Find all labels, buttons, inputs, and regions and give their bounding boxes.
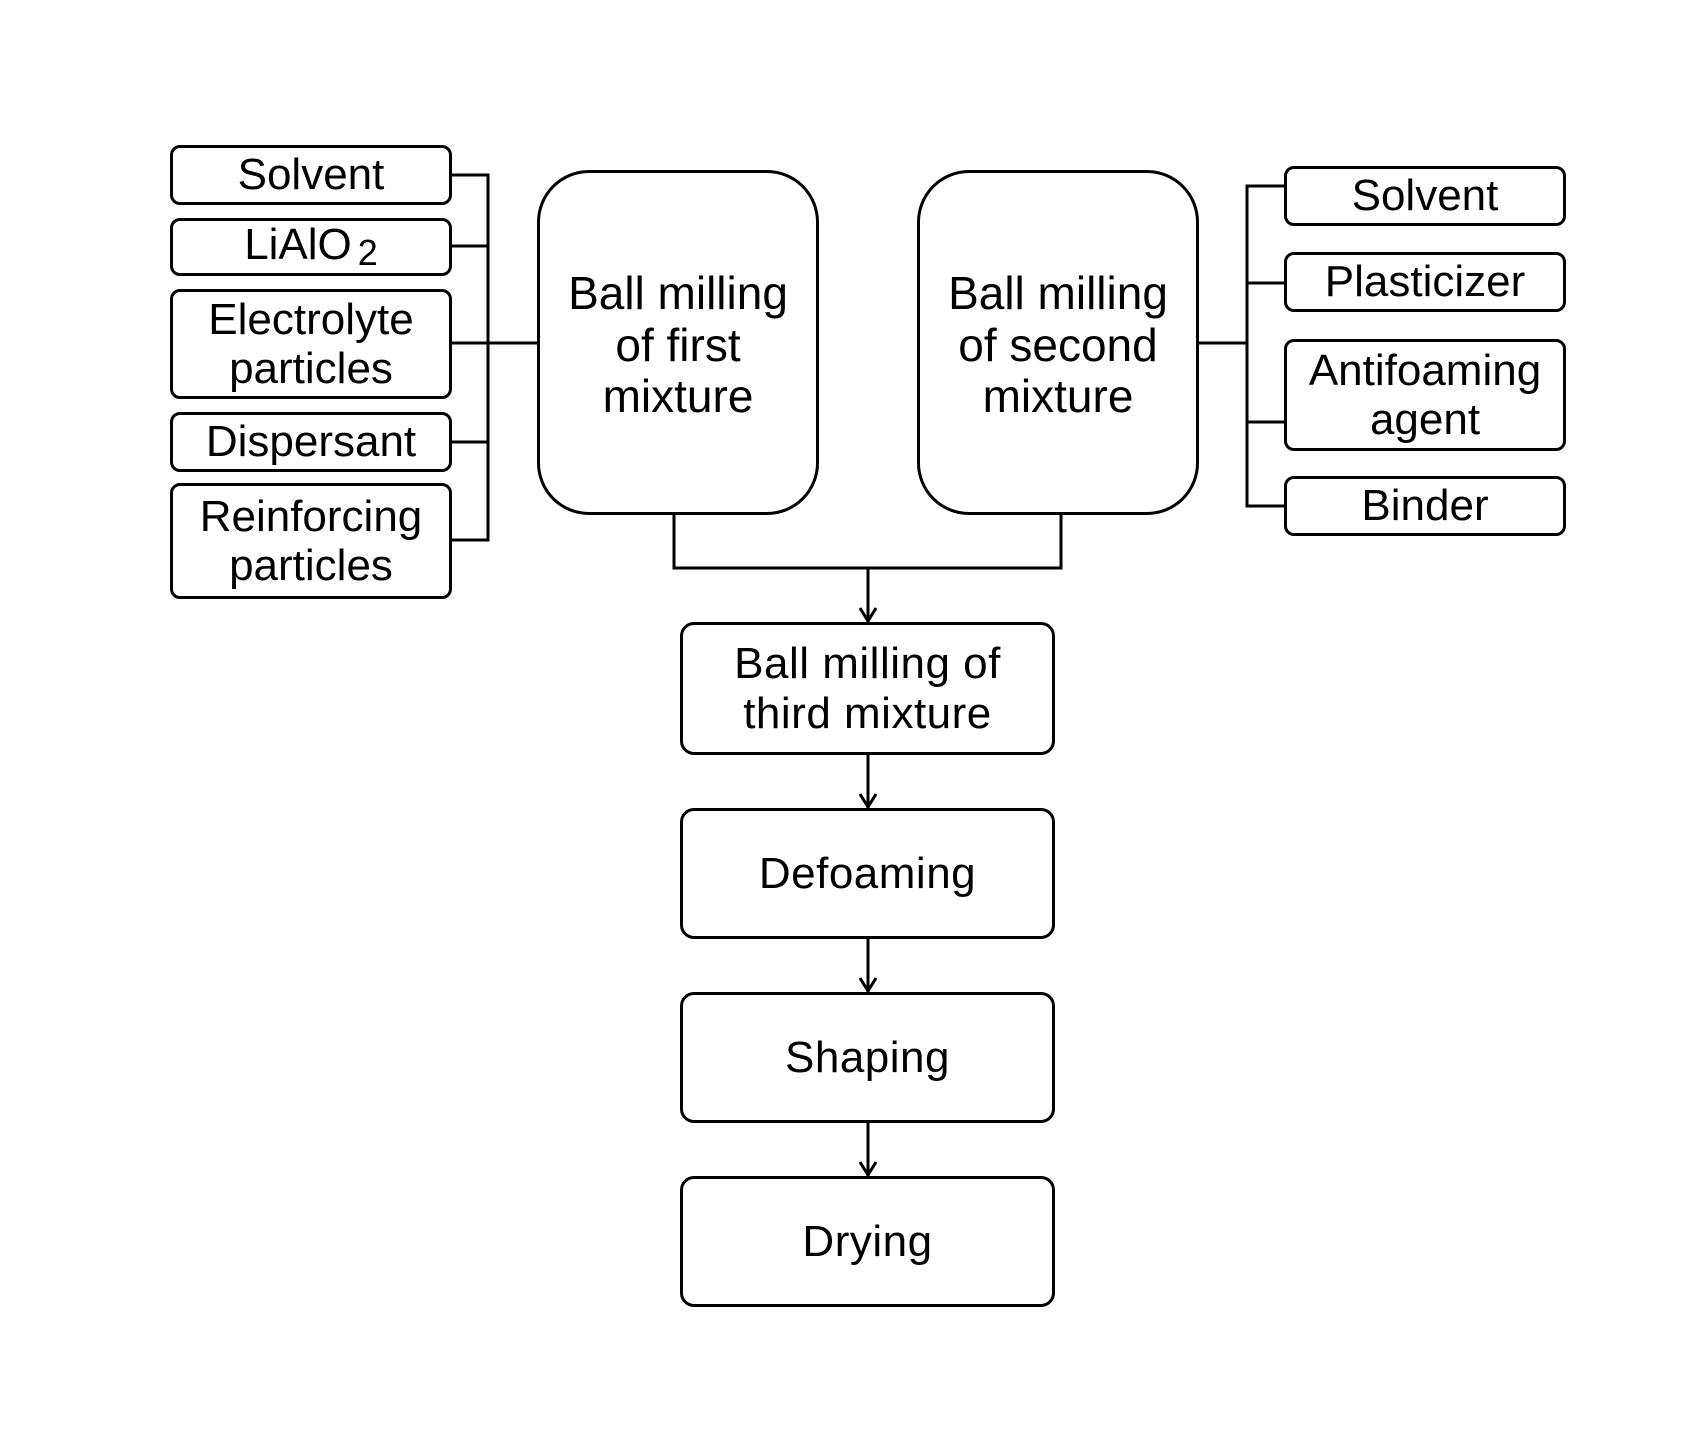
left-bracket xyxy=(452,173,490,542)
input-antifoaming-agent: Antifoaming agent xyxy=(1284,339,1566,451)
right-bracket xyxy=(1245,184,1284,508)
input-label: Solvent xyxy=(1351,171,1499,221)
input-label: Antifoaming agent xyxy=(1308,345,1542,444)
input-electrolyte-particles: Electrolyte particles xyxy=(170,289,452,399)
process-label: Ball milling of first mixture xyxy=(568,267,788,423)
input-label: Plasticizer xyxy=(1324,257,1526,307)
step-label: Defoaming xyxy=(758,848,977,898)
merge-connector xyxy=(672,513,1063,570)
input-reinforcing-particles: Reinforcing particles xyxy=(170,483,452,599)
input-dispersant: Dispersant xyxy=(170,412,452,472)
input-label: Dispersant xyxy=(205,417,417,467)
input-label: Solvent xyxy=(237,150,385,200)
liaio2-text: LiAlO xyxy=(244,220,352,270)
input-liaio2: LiAlO 2 xyxy=(170,218,452,276)
liaio2-subscript: 2 xyxy=(357,232,378,274)
step-label: Drying xyxy=(802,1216,933,1266)
input-label: Electrolyte particles xyxy=(208,294,414,393)
process-first-mixture: Ball milling of first mixture xyxy=(537,170,819,515)
step-defoaming: Defoaming xyxy=(680,808,1055,939)
process-second-mixture: Ball milling of second mixture xyxy=(917,170,1199,515)
input-plasticizer: Plasticizer xyxy=(1284,252,1566,312)
input-solvent-left: Solvent xyxy=(170,145,452,205)
input-binder: Binder xyxy=(1284,476,1566,536)
input-label: Reinforcing particles xyxy=(199,491,423,590)
step-shaping: Shaping xyxy=(680,992,1055,1123)
step-label: Shaping xyxy=(785,1032,950,1082)
process-label: Ball milling of second mixture xyxy=(948,267,1168,423)
step-drying: Drying xyxy=(680,1176,1055,1307)
input-label: LiAlO 2 xyxy=(244,220,378,273)
step-label: Ball milling of third mixture xyxy=(734,639,1001,738)
input-label: Binder xyxy=(1361,481,1489,531)
step-third-mixture: Ball milling of third mixture xyxy=(680,622,1055,755)
input-solvent-right: Solvent xyxy=(1284,166,1566,226)
